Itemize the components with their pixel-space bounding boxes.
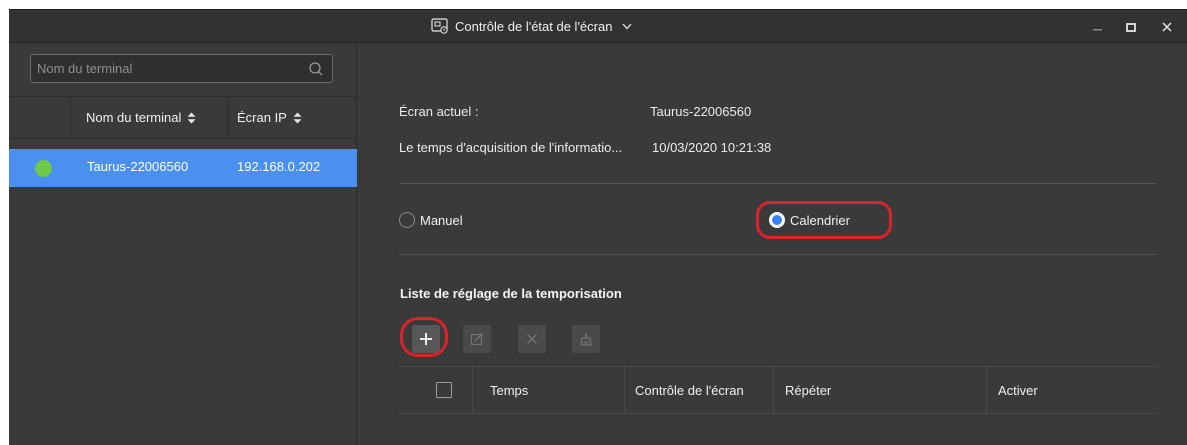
terminal-search-box[interactable] <box>30 54 333 83</box>
column-header-terminal-name[interactable]: Nom du terminal <box>86 97 196 138</box>
maximize-button[interactable] <box>1114 10 1148 43</box>
search-icon[interactable] <box>308 61 324 77</box>
terminal-ip: 192.168.0.202 <box>237 159 321 174</box>
maximize-icon <box>1126 22 1136 32</box>
screen-monitor-icon <box>431 18 448 34</box>
mode-label: Calendrier <box>790 212 850 228</box>
title-bar: Contrôle de l'état de l'écran <box>9 10 1187 43</box>
radio-unchecked-icon <box>399 212 415 228</box>
edit-button[interactable] <box>463 325 491 353</box>
acquisition-time-label: Le temps d'acquisition de l'informatio..… <box>399 140 623 155</box>
title-dropdown[interactable]: Contrôle de l'état de l'écran <box>431 18 632 34</box>
column-divider <box>986 367 987 413</box>
column-header-label: Contrôle de l'écran <box>635 382 744 398</box>
edit-icon <box>470 333 483 346</box>
column-header-screen-control: Contrôle de l'écran <box>635 367 744 413</box>
column-header-screen-ip[interactable]: Écran IP <box>237 97 302 138</box>
terminal-search-input[interactable] <box>31 55 301 82</box>
column-divider <box>773 367 774 413</box>
sort-icon[interactable] <box>293 112 302 124</box>
column-header-label: Temps <box>490 382 529 398</box>
terminal-table-header: Nom du terminal Écran IP <box>9 96 357 139</box>
screen-status-window: Contrôle de l'état de l'écran Nom du ter… <box>9 9 1187 445</box>
terminal-row[interactable]: Taurus-22006560 192.168.0.202 <box>9 149 357 187</box>
column-header-repeat: Répéter <box>785 367 831 413</box>
mode-manual-radio[interactable]: Manuel <box>399 212 463 228</box>
mode-label: Manuel <box>420 212 463 228</box>
minimize-icon <box>1093 28 1102 30</box>
minimize-button[interactable] <box>1081 10 1115 43</box>
clear-button[interactable] <box>572 325 600 353</box>
column-header-label: Écran IP <box>237 110 287 125</box>
screen-control-panel: Écran actuel : Taurus-22006560 Le temps … <box>358 44 1187 445</box>
chevron-down-icon <box>622 23 632 29</box>
radio-checked-icon <box>769 212 785 228</box>
close-icon <box>1162 21 1172 32</box>
acquisition-time-value: 10/03/2020 10:21:38 <box>652 140 772 155</box>
column-header-label: Nom du terminal <box>86 110 182 125</box>
column-divider <box>472 367 473 413</box>
window-title: Contrôle de l'état de l'écran <box>455 18 613 34</box>
column-header-label: Activer <box>998 382 1038 398</box>
clear-icon <box>580 333 592 346</box>
online-status-icon <box>35 160 52 177</box>
delete-icon <box>526 333 538 345</box>
close-button[interactable] <box>1150 10 1184 43</box>
divider <box>399 183 1156 184</box>
current-screen-value: Taurus-22006560 <box>650 104 752 119</box>
mode-calendar-radio[interactable]: Calendrier <box>769 212 850 228</box>
current-screen-label: Écran actuel : <box>399 104 479 119</box>
column-divider <box>70 97 71 138</box>
column-divider <box>624 367 625 413</box>
terminal-name: Taurus-22006560 <box>87 159 189 174</box>
column-header-label: Répéter <box>785 382 832 398</box>
schedule-table-header: Temps Contrôle de l'écran Répéter Active… <box>399 366 1156 414</box>
divider <box>399 254 1156 255</box>
column-header-enable: Activer <box>998 367 1038 413</box>
add-icon <box>420 333 432 345</box>
column-header-time: Temps <box>490 367 528 413</box>
schedule-list-title: Liste de réglage de la temporisation <box>400 286 622 301</box>
column-divider <box>227 97 228 138</box>
sort-icon[interactable] <box>187 112 196 124</box>
delete-button[interactable] <box>518 325 546 353</box>
add-button[interactable] <box>412 325 440 353</box>
checkbox-icon[interactable] <box>436 382 452 398</box>
select-all-checkbox-cell[interactable] <box>436 367 452 413</box>
